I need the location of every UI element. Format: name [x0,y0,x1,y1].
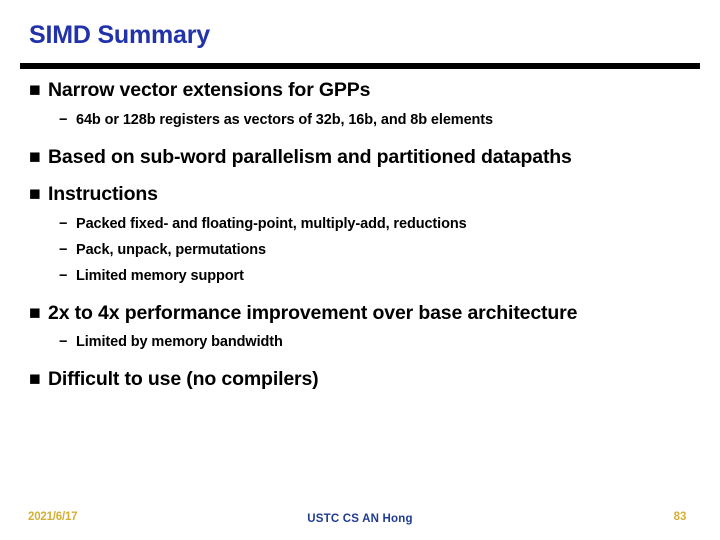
bullet-item-level1: ■ Based on sub-word parallelism and part… [0,145,720,171]
footer-attribution: USTC CS AN Hong [307,513,413,525]
square-bullet-icon: ■ [29,79,41,101]
bullet-text: Limited by memory bandwidth [76,334,283,350]
bullet-item-level2: − Limited by memory bandwidth [0,333,720,352]
bullet-item-level1: ■ Instructions [0,182,720,208]
square-bullet-icon: ■ [29,368,41,390]
bullet-text: Difficult to use (no compilers) [48,368,319,390]
slide-body: ■ Narrow vector extensions for GPPs − 64… [0,78,720,393]
bullet-item-level2: − Pack, unpack, permutations [0,241,720,260]
bullet-text: Instructions [48,183,158,205]
bullet-text: 64b or 128b registers as vectors of 32b,… [76,111,493,128]
page-title: SIMD Summary [29,21,210,49]
bullet-text: Packed fixed- and floating-point, multip… [76,215,467,232]
dash-bullet-icon: − [59,267,68,284]
bullet-text: Based on sub-word parallelism and partit… [48,145,572,168]
slide-page-number: 83 [673,511,687,523]
dash-bullet-icon: − [59,241,68,258]
bullet-item-level1: ■ Difficult to use (no compilers) [0,367,720,393]
dash-bullet-icon: − [59,215,68,232]
bullet-item-level1: ■ Narrow vector extensions for GPPs [0,78,720,104]
title-divider-rule [20,63,700,69]
square-bullet-icon: ■ [29,301,41,324]
bullet-item-level2: − 64b or 128b registers as vectors of 32… [0,111,720,130]
bullet-item-level2: − Packed fixed- and floating-point, mult… [0,215,720,234]
bullet-text: Narrow vector extensions for GPPs [48,79,371,101]
bullet-text: 2x to 4x performance improvement over ba… [48,301,578,324]
bullet-item-level1: ■ 2x to 4x performance improvement over … [0,301,720,327]
square-bullet-icon: ■ [29,145,41,168]
square-bullet-icon: ■ [29,183,41,205]
bullet-text: Pack, unpack, permutations [76,241,266,258]
bullet-text: Limited memory support [76,267,244,284]
presentation-slide: SIMD Summary ■ Narrow vector extensions … [0,0,720,540]
dash-bullet-icon: − [59,334,68,350]
dash-bullet-icon: − [59,111,68,128]
bullet-item-level2: − Limited memory support [0,267,720,286]
